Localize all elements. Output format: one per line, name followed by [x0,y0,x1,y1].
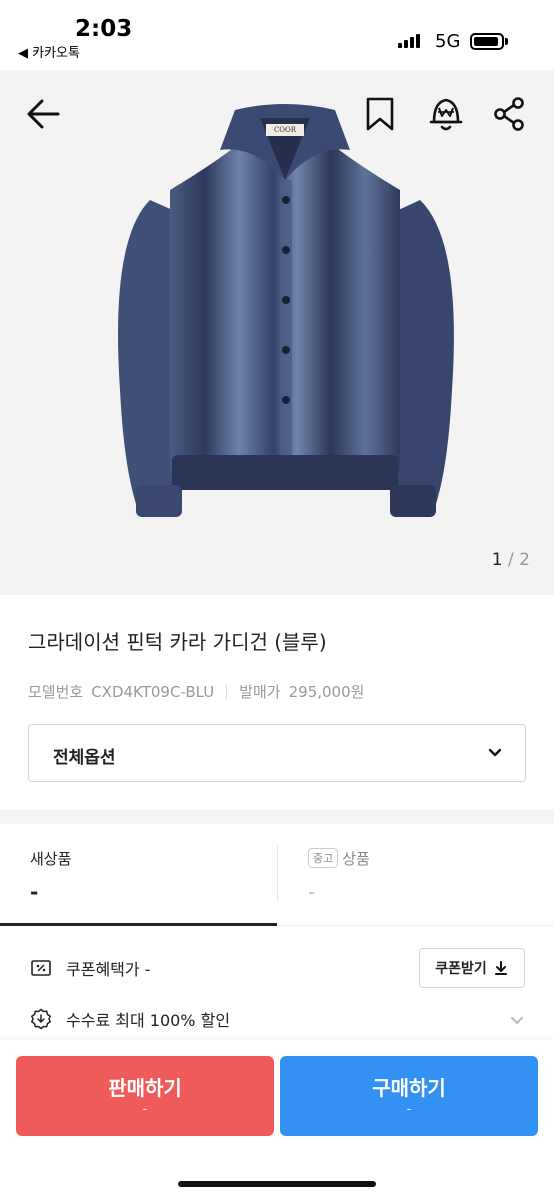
options-select-label: 전체옵션 [53,748,116,768]
product-image [118,104,454,517]
sell-button-label: 판매하기 [108,1076,182,1100]
release-price-label: 발매가 [239,683,281,701]
share-icon[interactable] [492,96,526,132]
model-number-label: 모델번호 [28,683,84,701]
bookmark-icon[interactable] [364,96,396,132]
sell-button[interactable]: 판매하기 - [16,1056,274,1136]
buy-button-price: - [406,1102,412,1117]
discount-badge-icon [31,1008,51,1030]
tab-used-product[interactable]: 중고 상품 - [278,836,554,926]
pager-separator: / [502,550,520,570]
meta-divider [226,683,228,700]
product-title: 그라데이션 핀턱 카라 가디건 (블루) [28,630,327,654]
get-coupon-label: 쿠폰받기 [435,961,487,977]
network-type: 5G [435,31,461,52]
get-coupon-button[interactable]: 쿠폰받기 [419,948,525,988]
chevron-down-icon[interactable] [508,1011,526,1029]
pager-current: 1 [491,550,503,570]
fee-discount-label: 수수료 최대 100% 할인 [66,1011,231,1030]
garment-label: COOR [273,126,297,134]
chevron-down-icon [488,748,502,757]
section-divider [0,810,554,824]
status-bar: 2:03 ◀ 카카오톡 5G [0,0,554,70]
tab-new-price: - [30,880,39,904]
download-icon [494,961,507,975]
tab-new-label: 새상품 [30,850,72,868]
image-pager: 1 / 2 [492,550,530,570]
back-to-app-link[interactable]: ◀ 카카오톡 [18,42,80,61]
sell-button-price: - [142,1102,148,1117]
tab-used-price: - [308,880,316,904]
signal-icon [398,34,420,48]
tab-used-label: 상품 [342,850,370,868]
model-number-value: CXD4KT09C-BLU [91,682,215,701]
coupon-benefit-label: 쿠폰혜택가 - [66,960,151,979]
battery-icon [470,33,504,50]
fee-discount-row[interactable]: 수수료 최대 100% 할인 [30,1007,230,1031]
price-alert-icon[interactable] [428,94,464,134]
status-time: 2:03 [75,16,133,42]
product-meta: 모델번호 CXD4KT09C-BLU 발매가 295,000원 [28,681,364,702]
release-price-value: 295,000원 [288,683,365,701]
buy-button-label: 구매하기 [372,1076,446,1100]
coupon-benefit-row: 쿠폰혜택가 - [30,956,150,980]
options-select[interactable]: 전체옵션 [28,724,526,782]
buy-button[interactable]: 구매하기 - [280,1056,538,1136]
tab-new-product[interactable]: 새상품 - [0,836,277,926]
coupon-icon [31,960,51,976]
back-arrow-icon[interactable] [24,96,64,132]
used-badge: 중고 [308,848,339,868]
pager-total: 2 [519,550,530,570]
home-indicator[interactable] [178,1181,376,1187]
